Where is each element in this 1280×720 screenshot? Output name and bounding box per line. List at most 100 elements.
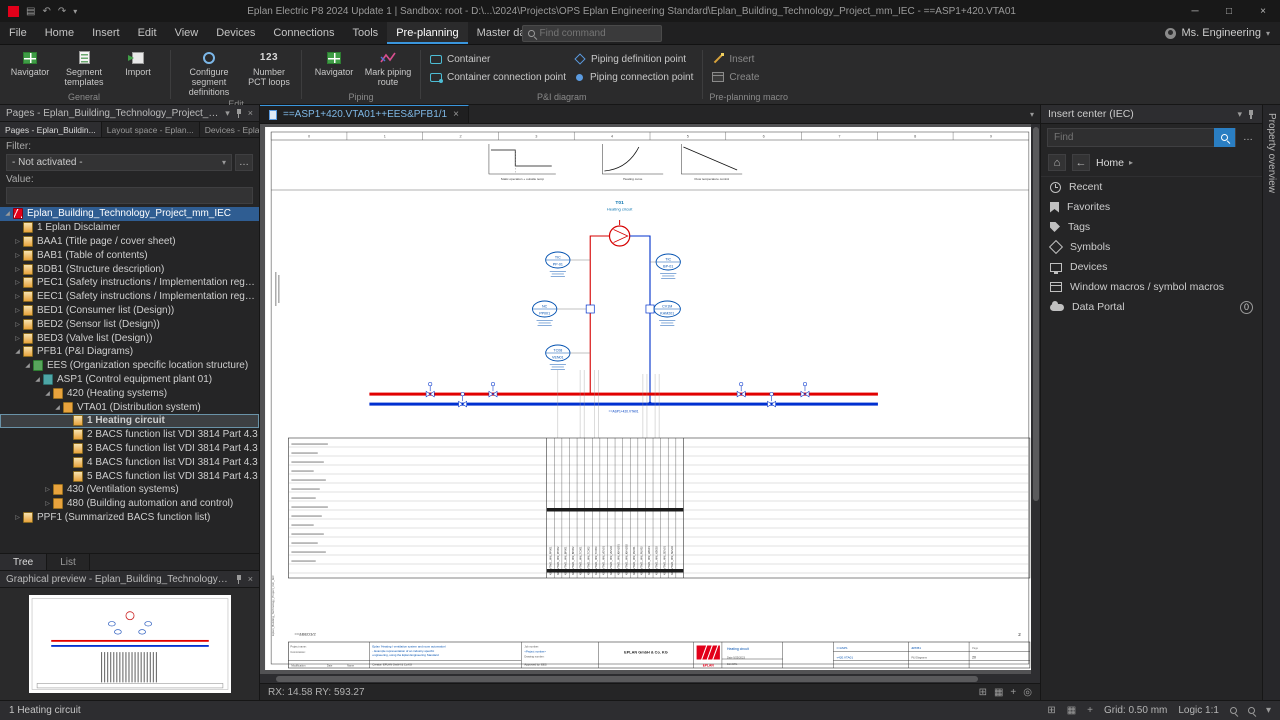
number-pct-loops-button[interactable]: 123 Number PCT loops (243, 47, 295, 88)
grid-display-icon[interactable]: ⊞ (979, 687, 987, 698)
tree-item-baa1-title-page-cover-sheet[interactable]: ▷BAA1 (Title page / cover sheet) (0, 235, 259, 249)
pin-icon[interactable] (1247, 110, 1255, 119)
tree-item-430-ventilation-systems[interactable]: ▷430 (Ventilation systems) (0, 483, 259, 497)
tree-item-bab1-table-of-contents[interactable]: ▷BAB1 (Table of contents) (0, 248, 259, 262)
tree-item-2-bacs-function-list-vdi-3814-part-4-3[interactable]: 2 BACS function list VDI 3814 Part 4.3 (0, 428, 259, 442)
tab-overflow-icon[interactable]: ▾ (1030, 110, 1040, 119)
menu-tab-file[interactable]: File (0, 22, 36, 44)
tree-item-bed2-sensor-list-design[interactable]: ▷BED2 (Sensor list (Design)) (0, 317, 259, 331)
chevron-right-icon[interactable]: ▷ (12, 238, 23, 245)
tree-item-bdb1-structure-description[interactable]: ▷BDB1 (Structure description) (0, 262, 259, 276)
search-button[interactable] (1214, 128, 1235, 147)
chevron-right-icon[interactable]: ▷ (12, 307, 23, 314)
insert-center-search[interactable] (1047, 128, 1236, 147)
menu-tab-connections[interactable]: Connections (264, 22, 343, 44)
insert-center-search-input[interactable] (1054, 132, 1214, 143)
drawing-canvas-area[interactable]: 0123456789 Eplan_Building_Technology_Pro… (260, 124, 1040, 674)
piping-connection-point-button[interactable]: Piping connection point (571, 70, 696, 84)
maximize-button[interactable]: □ (1212, 0, 1246, 22)
scrollbar-thumb[interactable] (276, 676, 978, 682)
chevron-right-icon[interactable]: ▷ (12, 252, 23, 259)
home-icon[interactable]: ⌂ (1048, 154, 1066, 171)
minimize-button[interactable]: ─ (1178, 0, 1212, 22)
tree-item-420-heating-systems[interactable]: ◢420 (Heating systems) (0, 386, 259, 400)
menu-tab-edit[interactable]: Edit (129, 22, 166, 44)
schematic-canvas[interactable]: 0123456789 Eplan_Building_Technology_Pro… (260, 124, 1040, 674)
chevron-right-icon[interactable]: ▷ (42, 486, 53, 493)
insert-center-item-recent[interactable]: Recent (1041, 177, 1262, 197)
chevron-down-icon[interactable]: ▾ (225, 108, 230, 119)
insert-center-item-tags[interactable]: Tags (1041, 217, 1262, 237)
tree-item-1-heating-circuit[interactable]: 1 Heating circuit (0, 414, 259, 428)
user-account[interactable]: Ms. Engineering ▾ (1165, 27, 1280, 39)
tab-list[interactable]: List (47, 554, 90, 570)
close-icon[interactable]: × (248, 574, 253, 584)
chevron-down-icon[interactable]: ◢ (52, 404, 63, 411)
chevron-right-icon[interactable]: ▷ (12, 321, 23, 328)
zoom-out-icon[interactable] (1248, 707, 1255, 714)
pin-icon[interactable] (235, 575, 243, 584)
zoom-in-icon[interactable] (1230, 707, 1237, 714)
chevron-down-icon[interactable]: ▾ (1266, 705, 1271, 716)
move-icon[interactable]: + (1010, 687, 1016, 698)
filter-dropdown[interactable]: - Not activated - ▾ (6, 154, 232, 171)
tree-item-eec1-safety-instructions-implementation-[interactable]: ▷EEC1 (Safety instructions / Implementat… (0, 290, 259, 304)
tree-item-5-bacs-function-list-vdi-3814-part-4-3[interactable]: 5 BACS function list VDI 3814 Part 4.3 (0, 469, 259, 483)
back-arrow-icon[interactable]: ← (1072, 154, 1090, 171)
insert-center-item-data-portal[interactable]: Data Portal0 (1041, 297, 1262, 317)
command-search-input[interactable] (540, 28, 656, 39)
insert-macro-button[interactable]: Insert (709, 52, 762, 66)
snap-toggle-icon[interactable]: ▦ (1067, 705, 1076, 716)
segment-templates-button[interactable]: Segment templates (58, 47, 110, 88)
document-tab[interactable]: ==ASP1+420.VTA01++EES&PFB1/1 × (260, 105, 469, 123)
tab-tree[interactable]: Tree (0, 554, 47, 570)
chevron-down-icon[interactable]: ◢ (32, 376, 43, 383)
menu-tab-pre-planning[interactable]: Pre-planning (387, 22, 467, 44)
tab-layout-space[interactable]: Layout space - Eplan... (102, 122, 200, 137)
container-button[interactable]: Container (427, 52, 569, 66)
mark-piping-route-button[interactable]: Mark piping route (362, 47, 414, 88)
chevron-down-icon[interactable]: ◢ (12, 348, 23, 355)
tree-item-asp1-control-equipment-plant-01[interactable]: ◢ASP1 (Control equipment plant 01) (0, 373, 259, 387)
piping-navigator-button[interactable]: Navigator (308, 47, 360, 78)
more-options-icon[interactable]: … (1240, 132, 1256, 143)
insert-center-item-window-macros-symbol-macros[interactable]: Window macros / symbol macros (1041, 277, 1262, 297)
chevron-right-icon[interactable]: ▷ (12, 279, 23, 286)
grid-toggle-icon[interactable]: ⊞ (1047, 705, 1055, 716)
insert-center-item-favorites[interactable]: Favorites (1041, 197, 1262, 217)
tree-item-bed3-valve-list-design[interactable]: ▷BED3 (Valve list (Design)) (0, 331, 259, 345)
redo-icon[interactable]: ↷ (58, 6, 66, 17)
vertical-scrollbar[interactable] (1031, 124, 1040, 674)
piping-definition-point-button[interactable]: Piping definition point (571, 52, 696, 66)
object-snap-icon[interactable]: ◎ (1023, 687, 1032, 698)
close-icon[interactable]: × (248, 108, 253, 118)
command-search[interactable] (522, 25, 662, 42)
menu-tab-home[interactable]: Home (36, 22, 83, 44)
value-input[interactable] (6, 187, 253, 204)
save-icon[interactable]: ▤ (26, 6, 35, 17)
chevron-right-icon[interactable]: ▷ (12, 293, 23, 300)
graphical-preview[interactable] (29, 595, 231, 693)
horizontal-scrollbar[interactable] (260, 674, 1040, 683)
tree-item-ppf1-summarized-bacs-function-list[interactable]: ▷PPF1 (Summarized BACS function list) (0, 511, 259, 525)
chevron-right-icon[interactable]: ▷ (42, 500, 53, 507)
tab-devices[interactable]: Devices - Eplan_Build... (200, 122, 259, 137)
snap-icon[interactable]: ▦ (994, 687, 1003, 698)
import-button[interactable]: Import (112, 47, 164, 78)
chevron-right-icon[interactable]: ▷ (12, 266, 23, 273)
insert-center-item-symbols[interactable]: Symbols (1041, 237, 1262, 257)
chevron-down-icon[interactable]: ▾ (1237, 109, 1242, 120)
insert-center-item-devices[interactable]: Devices (1041, 257, 1262, 277)
scrollbar-thumb[interactable] (1033, 127, 1039, 501)
tree-item-ees-organization-specific-location-struc[interactable]: ◢EES (Organization specific location str… (0, 359, 259, 373)
tree-item-vta01-distribution-system[interactable]: ◢VTA01 (Distribution system) (0, 400, 259, 414)
property-overview-strip[interactable]: Property overview (1262, 105, 1280, 700)
tree-item-480-building-automation-and-control[interactable]: ▷480 (Building automation and control) (0, 497, 259, 511)
chevron-right-icon[interactable]: ▷ (12, 514, 23, 521)
chevron-right-icon[interactable]: ▷ (12, 335, 23, 342)
menu-tab-tools[interactable]: Tools (344, 22, 388, 44)
close-icon[interactable]: × (453, 109, 459, 120)
tree-item-1-eplan-disclaimer[interactable]: 1 Eplan Disclaimer (0, 221, 259, 235)
menu-tab-devices[interactable]: Devices (207, 22, 264, 44)
tree-item-bed1-consumer-list-design[interactable]: ▷BED1 (Consumer list (Design)) (0, 304, 259, 318)
